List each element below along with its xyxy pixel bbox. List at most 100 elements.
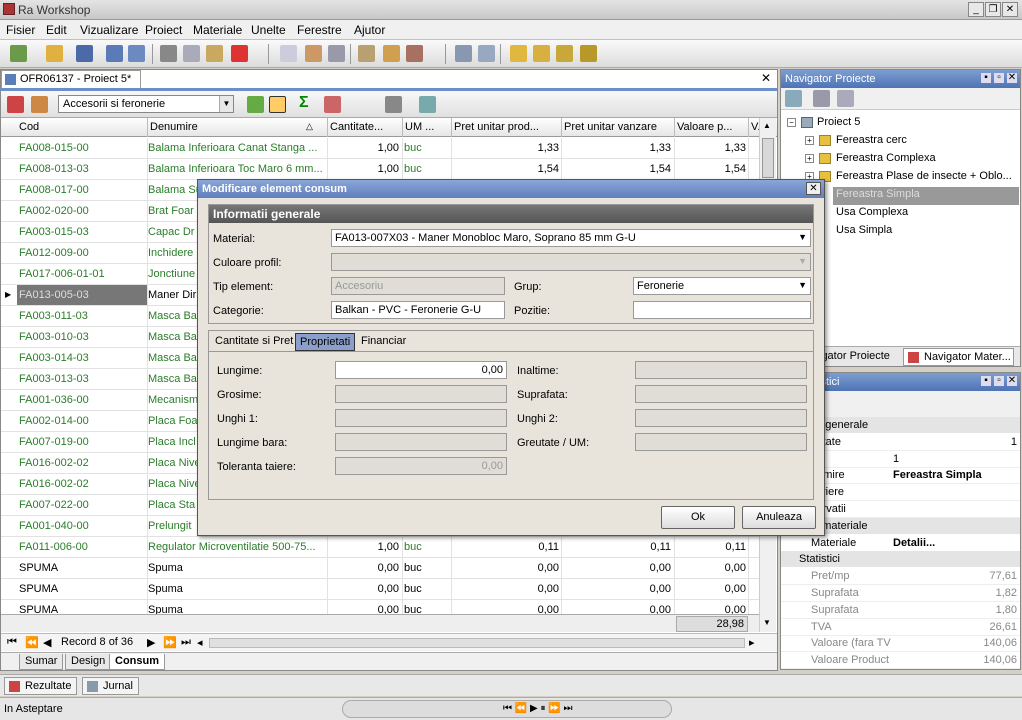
property-value[interactable]: Fereastra Simpla	[893, 469, 1017, 481]
horizontal-scrollbar[interactable]	[209, 638, 745, 648]
grid-tool-4-icon[interactable]	[269, 96, 286, 113]
last-record-icon[interactable]: ⏭	[181, 636, 191, 649]
scroll-down-icon[interactable]: ▼	[763, 618, 771, 627]
menu-materiale[interactable]: Materiale	[193, 23, 242, 37]
table-row[interactable]: SPUMA Spuma 0,00 buc 0,00 0,00 0,00	[1, 558, 759, 579]
tool-i-icon[interactable]	[580, 45, 597, 62]
col-pret-vanzare[interactable]: Pret unitar vanzare	[564, 121, 674, 133]
pozitie-field[interactable]	[633, 301, 811, 319]
menu-ajutor[interactable]: Ajutor	[354, 23, 385, 37]
settings-icon[interactable]	[328, 45, 345, 62]
tip-element-field[interactable]: Accesoriu	[331, 277, 505, 295]
category-select[interactable]: Accesorii si feronerie ▼	[58, 95, 234, 113]
hscroll-left-icon[interactable]: ◂	[197, 636, 203, 649]
tree-expand-icon[interactable]: +	[805, 136, 814, 145]
grid-tool-7-icon[interactable]	[419, 96, 436, 113]
close-document-icon[interactable]: ✕	[761, 71, 771, 85]
inaltime-field[interactable]	[635, 361, 807, 379]
table-row[interactable]: FA008-015-00 Balama Inferioara Canat Stan…	[1, 138, 759, 159]
col-pret-prod[interactable]: Pret unitar prod...	[454, 121, 560, 133]
table-row[interactable]: SPUMA Spuma 0,00 buc 0,00 0,00 0,00	[1, 579, 759, 600]
tab-jurnal[interactable]: Jurnal	[82, 677, 139, 695]
save-all-icon[interactable]	[106, 45, 123, 62]
menu-proiect[interactable]: Proiect	[145, 23, 182, 37]
greutate-field[interactable]	[635, 433, 807, 451]
tree-root[interactable]: Proiect 5	[817, 116, 860, 128]
categorie-field[interactable]: Balkan - PVC - Feronerie G-U	[331, 301, 505, 319]
prev-record-icon[interactable]: ◀	[43, 636, 51, 649]
grid-tool-6-icon[interactable]	[385, 96, 402, 113]
tool-f-icon[interactable]	[510, 45, 527, 62]
expand-all-icon[interactable]	[813, 90, 830, 107]
property-value[interactable]: 1,80	[893, 604, 1017, 616]
scroll-up-icon[interactable]: ▲	[763, 121, 771, 130]
col-valoare[interactable]: Valoare p...	[677, 121, 747, 133]
grosime-field[interactable]	[335, 385, 507, 403]
lungime-field[interactable]: 0,00	[335, 361, 507, 379]
tool-b-icon[interactable]	[383, 45, 400, 62]
property-value[interactable]: 1	[893, 453, 1017, 465]
tab-financiar[interactable]: Financiar	[357, 333, 410, 351]
scroll-thumb[interactable]	[762, 138, 774, 178]
delete-icon[interactable]	[231, 45, 248, 62]
dialog-close-icon[interactable]: ✕	[806, 182, 821, 195]
table-row[interactable]: FA008-013-03 Balama Inferioara Toc Maro 6…	[1, 159, 759, 180]
menu-vizualizare[interactable]: Vizualizare	[80, 23, 138, 37]
properties-pin-icon[interactable]: ▫	[994, 376, 1004, 386]
tab-navigator-materiale[interactable]: Navigator Mater...	[903, 348, 1014, 366]
sum-icon[interactable]: Σ	[299, 94, 316, 111]
tree-item-usa-simpla[interactable]: Usa Simpla	[836, 224, 892, 236]
menu-ferestre[interactable]: Ferestre	[297, 23, 342, 37]
col-um[interactable]: UM ...	[405, 121, 449, 133]
navigator-close-icon[interactable]: ✕	[1007, 73, 1017, 83]
refresh-icon[interactable]	[785, 90, 802, 107]
tool-e-icon[interactable]	[478, 45, 495, 62]
culoare-select[interactable]: ▼	[331, 253, 811, 271]
property-value[interactable]: 26,61	[893, 621, 1017, 633]
navigator-dock-icon[interactable]: ▪	[981, 73, 991, 83]
tree-item-fereastra-simpla[interactable]: Fereastra Simpla	[836, 188, 920, 200]
unghi2-field[interactable]	[635, 409, 807, 427]
material-select[interactable]: FA013-007X03 - Maner Monobloc Maro, Sopr…	[331, 229, 811, 247]
prev-page-icon[interactable]: ⏪	[25, 636, 39, 649]
next-page-icon[interactable]: ⏩	[163, 636, 177, 649]
grup-select[interactable]: Feronerie ▼	[633, 277, 811, 295]
restore-button[interactable]: ❐	[985, 2, 1001, 17]
tool-d-icon[interactable]	[455, 45, 472, 62]
tree-item-fereastra-complexa[interactable]: Fereastra Complexa	[836, 152, 936, 164]
menu-edit[interactable]: Edit	[46, 23, 67, 37]
col-denumire[interactable]: Denumire	[150, 121, 198, 133]
tab-consum[interactable]: Consum	[109, 654, 165, 670]
minimize-button[interactable]: _	[968, 2, 984, 17]
paste-icon[interactable]	[206, 45, 223, 62]
property-value[interactable]: 77,61	[893, 570, 1017, 582]
col-cantitate[interactable]: Cantitate...	[330, 121, 400, 133]
hscroll-right-icon[interactable]: ▸	[749, 636, 755, 649]
table-row[interactable]: FA011-006-00 Regulator Microventilatie 50…	[1, 537, 759, 558]
tab-design[interactable]: Design	[65, 654, 112, 670]
grid-tool-5-icon[interactable]	[324, 96, 341, 113]
copy-icon[interactable]	[183, 45, 200, 62]
property-value[interactable]: 140,06	[893, 637, 1017, 649]
first-record-icon[interactable]: ⏮	[7, 636, 17, 649]
tree-item-usa-complexa[interactable]: Usa Complexa	[836, 206, 908, 218]
tab-sumar[interactable]: Sumar	[19, 654, 64, 670]
property-value[interactable]: Detalii...	[893, 537, 1017, 549]
navigator-pin-icon[interactable]: ▫	[994, 73, 1004, 83]
new-project-icon[interactable]	[10, 45, 27, 62]
menu-fisier[interactable]: Fisier	[6, 23, 35, 37]
media-buttons-icon[interactable]: ⏮ ⏪ ▶ ⏸ ⏩ ⏭	[503, 703, 572, 714]
properties-close-icon[interactable]: ✕	[1007, 376, 1017, 386]
toleranta-field[interactable]: 0,00	[335, 457, 507, 475]
close-window-button[interactable]: ✕	[1002, 2, 1018, 17]
list-icon[interactable]	[280, 45, 297, 62]
tab-navigator-proiecte[interactable]: igator Proiecte	[819, 350, 890, 362]
property-value[interactable]: 1	[893, 436, 1017, 448]
property-value[interactable]: 140,06	[893, 654, 1017, 666]
tool-a-icon[interactable]	[358, 45, 375, 62]
col-cod[interactable]: Cod	[19, 121, 39, 133]
collapse-all-icon[interactable]	[837, 90, 854, 107]
cut-icon[interactable]	[160, 45, 177, 62]
tree-item-fereastra-cerc[interactable]: Fereastra cerc	[836, 134, 907, 146]
menu-unelte[interactable]: Unelte	[251, 23, 286, 37]
